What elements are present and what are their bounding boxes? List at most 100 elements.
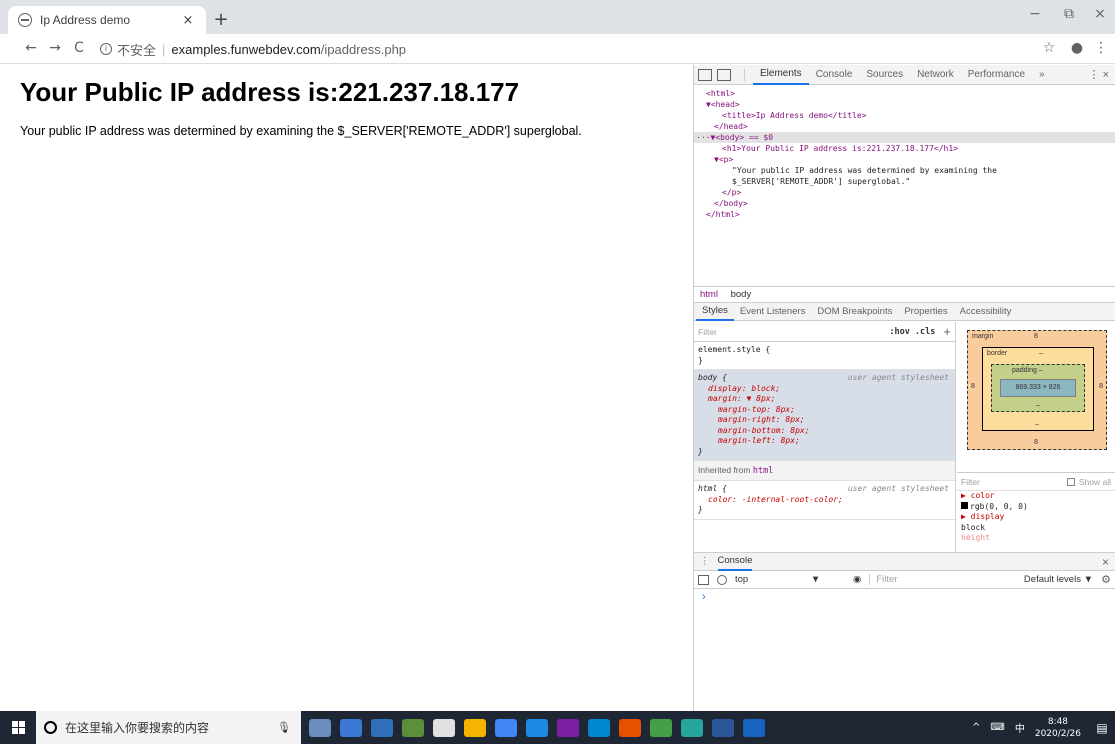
tab-console[interactable]: Console: [809, 65, 860, 85]
info-icon[interactable]: i: [100, 43, 112, 55]
box-border[interactable]: border – padding – 869.333 × 826 – –: [982, 347, 1094, 431]
browser-menu-icon[interactable]: ⋮: [1092, 40, 1110, 56]
more-tabs-button[interactable]: »: [1032, 65, 1052, 85]
element-style-rule[interactable]: element.style { }: [694, 342, 955, 370]
bookmark-star-icon[interactable]: ☆: [1040, 40, 1058, 56]
console-toolbar: top ▼ ◉ Filter Default levels ▼ ⚙: [694, 571, 1115, 589]
account-icon[interactable]: ●: [1068, 40, 1086, 56]
html-ua-rule[interactable]: html { user agent stylesheet color: -int…: [694, 481, 955, 520]
dom-node[interactable]: ▼<head>: [694, 99, 1115, 110]
context-selector[interactable]: top ▼: [735, 574, 845, 585]
taskbar-app-icon[interactable]: [619, 718, 641, 737]
tab-close-button[interactable]: ×: [180, 13, 196, 28]
console-sidebar-icon[interactable]: [698, 574, 709, 585]
dom-node[interactable]: <html>: [694, 88, 1115, 99]
subtab-accessibility[interactable]: Accessibility: [954, 302, 1018, 321]
subtab-styles[interactable]: Styles: [696, 302, 734, 321]
windows-logo-icon: [11, 721, 25, 734]
taskbar-apps: [309, 718, 774, 737]
system-tray: ^ ⌨ 中 8:48 2020/2/26 ▤: [972, 711, 1115, 744]
dom-node[interactable]: </head>: [694, 121, 1115, 132]
console-filter-input[interactable]: Filter: [869, 574, 949, 585]
eye-icon[interactable]: ◉: [853, 574, 861, 585]
tab-sources[interactable]: Sources: [859, 65, 910, 85]
taskbar-app-icon[interactable]: [464, 718, 486, 737]
taskbar-app-icon[interactable]: [371, 718, 393, 737]
dom-text-node[interactable]: $_SERVER['REMOTE_ADDR'] superglobal.": [694, 176, 1115, 187]
dom-node[interactable]: <h1>Your Public IP address is:221.237.18…: [694, 143, 1115, 154]
breadcrumb-body[interactable]: body: [731, 289, 752, 300]
computed-prop[interactable]: height: [957, 533, 1115, 544]
dom-node[interactable]: </html>: [694, 209, 1115, 220]
breadcrumb-html[interactable]: html: [700, 289, 718, 300]
new-rule-button[interactable]: +: [943, 324, 951, 339]
taskbar-app-icon[interactable]: [340, 718, 362, 737]
browser-tab[interactable]: Ip Address demo ×: [8, 6, 206, 34]
gear-icon[interactable]: ⚙: [1101, 573, 1111, 586]
subtab-dom-breakpoints[interactable]: DOM Breakpoints: [811, 302, 898, 321]
tab-network[interactable]: Network: [910, 65, 961, 85]
new-tab-button[interactable]: +: [211, 9, 231, 30]
address-bar[interactable]: i 不安全 | examples.funwebdev.com /ipaddres…: [100, 39, 406, 59]
subtab-event-listeners[interactable]: Event Listeners: [734, 302, 811, 321]
microphone-icon[interactable]: 🎙: [277, 721, 291, 734]
color-swatch[interactable]: [961, 501, 968, 509]
taskbar-app-icon[interactable]: [495, 718, 517, 737]
back-button[interactable]: ←: [22, 40, 40, 56]
body-ua-rule[interactable]: body { user agent stylesheet display: bl…: [694, 370, 955, 461]
close-window-button[interactable]: ×: [1085, 6, 1115, 22]
computed-filter-input[interactable]: Filter: [961, 477, 1067, 487]
restore-button[interactable]: ⧉: [1054, 6, 1084, 22]
console-prompt[interactable]: ›: [694, 589, 1115, 605]
drawer-tab-console[interactable]: Console: [717, 553, 753, 571]
computed-prop[interactable]: ▶ color: [957, 491, 1115, 502]
taskbar-app-icon[interactable]: [526, 718, 548, 737]
forward-button[interactable]: →: [46, 40, 64, 56]
devtools-menu-close[interactable]: ⋮ ×: [1089, 68, 1109, 81]
box-content[interactable]: 869.333 × 826: [1000, 379, 1076, 397]
taskbar-search[interactable]: 在这里输入你要搜索的内容 🎙: [36, 711, 301, 744]
dom-node[interactable]: ▼<p>: [694, 154, 1115, 165]
taskbar-app-icon[interactable]: [557, 718, 579, 737]
inspect-element-icon[interactable]: [698, 68, 712, 81]
drawer-menu-icon[interactable]: ⋮: [700, 556, 710, 567]
taskbar-app-icon[interactable]: [588, 718, 610, 737]
clear-console-icon[interactable]: [717, 574, 727, 585]
taskbar-app-icon[interactable]: [650, 718, 672, 737]
log-levels-dropdown[interactable]: Default levels ▼: [1024, 574, 1093, 585]
dom-text-node[interactable]: "Your public IP address was determined b…: [694, 165, 1115, 176]
tab-elements[interactable]: Elements: [753, 65, 809, 85]
taskbar-app-icon[interactable]: [712, 718, 734, 737]
keyboard-icon[interactable]: ⌨: [990, 722, 1004, 733]
hov-cls-toggle[interactable]: :hov .cls: [889, 327, 935, 337]
device-toolbar-icon[interactable]: [717, 68, 731, 81]
computed-prop[interactable]: ▶ display: [957, 512, 1115, 523]
tray-overflow-icon[interactable]: ^: [972, 722, 980, 733]
subtab-properties[interactable]: Properties: [898, 302, 953, 321]
clock-time: 8:48: [1047, 716, 1069, 727]
styles-filter-input[interactable]: Filter: [698, 327, 889, 337]
reload-button[interactable]: C: [70, 40, 88, 56]
ime-indicator[interactable]: 中: [1015, 720, 1025, 735]
taskbar-app-icon[interactable]: [309, 718, 331, 737]
taskbar-app-icon[interactable]: [402, 718, 424, 737]
close-drawer-button[interactable]: ×: [1102, 555, 1109, 569]
inherited-tag[interactable]: html: [753, 466, 773, 476]
minimize-button[interactable]: −: [1020, 6, 1050, 22]
show-all-checkbox[interactable]: [1066, 477, 1075, 486]
page-viewport: Your Public IP address is:221.237.18.177…: [0, 65, 693, 711]
tab-performance[interactable]: Performance: [961, 65, 1032, 85]
start-button[interactable]: [0, 711, 36, 744]
taskbar-app-icon[interactable]: [681, 718, 703, 737]
box-padding[interactable]: padding – 869.333 × 826 –: [991, 364, 1085, 412]
taskbar-app-icon[interactable]: [743, 718, 765, 737]
dom-node-selected[interactable]: ···▼<body> == $0: [694, 132, 1115, 143]
inherited-header: Inherited from html: [694, 461, 955, 481]
taskbar-clock[interactable]: 8:48 2020/2/26: [1035, 716, 1081, 740]
box-margin[interactable]: margin 8 8 8 8 border – padding – 869.33…: [967, 330, 1107, 450]
dom-node[interactable]: <title>Ip Address demo</title>: [694, 110, 1115, 121]
notification-center-icon[interactable]: ▤: [1089, 721, 1115, 735]
dom-node[interactable]: </p>: [694, 187, 1115, 198]
taskbar-app-icon[interactable]: [433, 718, 455, 737]
dom-node[interactable]: </body>: [694, 198, 1115, 209]
